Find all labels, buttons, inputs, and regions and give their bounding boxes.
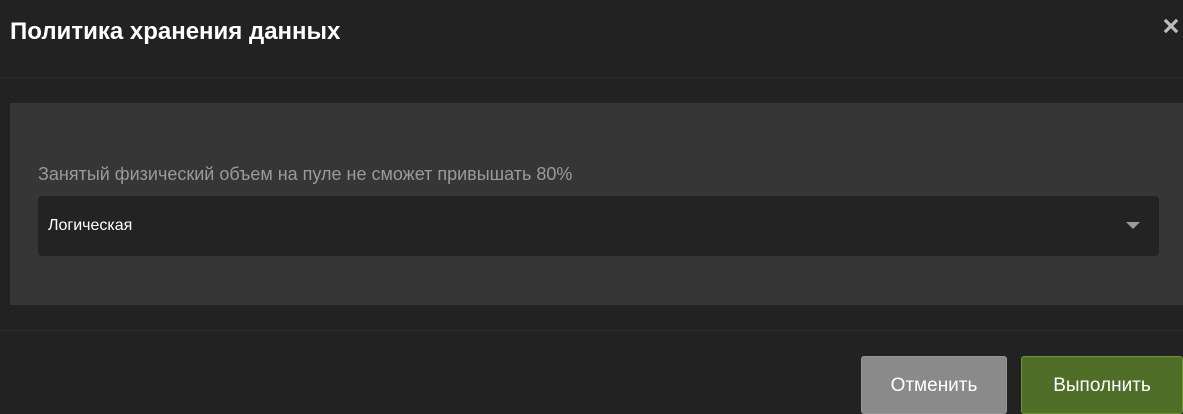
close-icon bbox=[1163, 18, 1183, 34]
submit-button[interactable]: Выполнить bbox=[1021, 356, 1183, 414]
data-retention-policy-dialog: Политика хранения данных Занятый физичес… bbox=[0, 0, 1183, 414]
dialog-title: Политика хранения данных bbox=[10, 18, 341, 45]
policy-select[interactable]: Логическая bbox=[38, 196, 1159, 256]
dialog-header: Политика хранения данных bbox=[0, 0, 1183, 78]
cancel-button[interactable]: Отменить bbox=[861, 356, 1007, 414]
footer-divider bbox=[0, 330, 1183, 331]
caret-down-icon bbox=[1126, 222, 1140, 230]
pool-limit-hint: Занятый физический объем на пуле не смож… bbox=[38, 164, 573, 184]
dialog-body: Занятый физический объем на пуле не смож… bbox=[10, 103, 1183, 305]
close-button[interactable] bbox=[1163, 18, 1183, 42]
policy-select-value: Логическая bbox=[48, 217, 133, 234]
